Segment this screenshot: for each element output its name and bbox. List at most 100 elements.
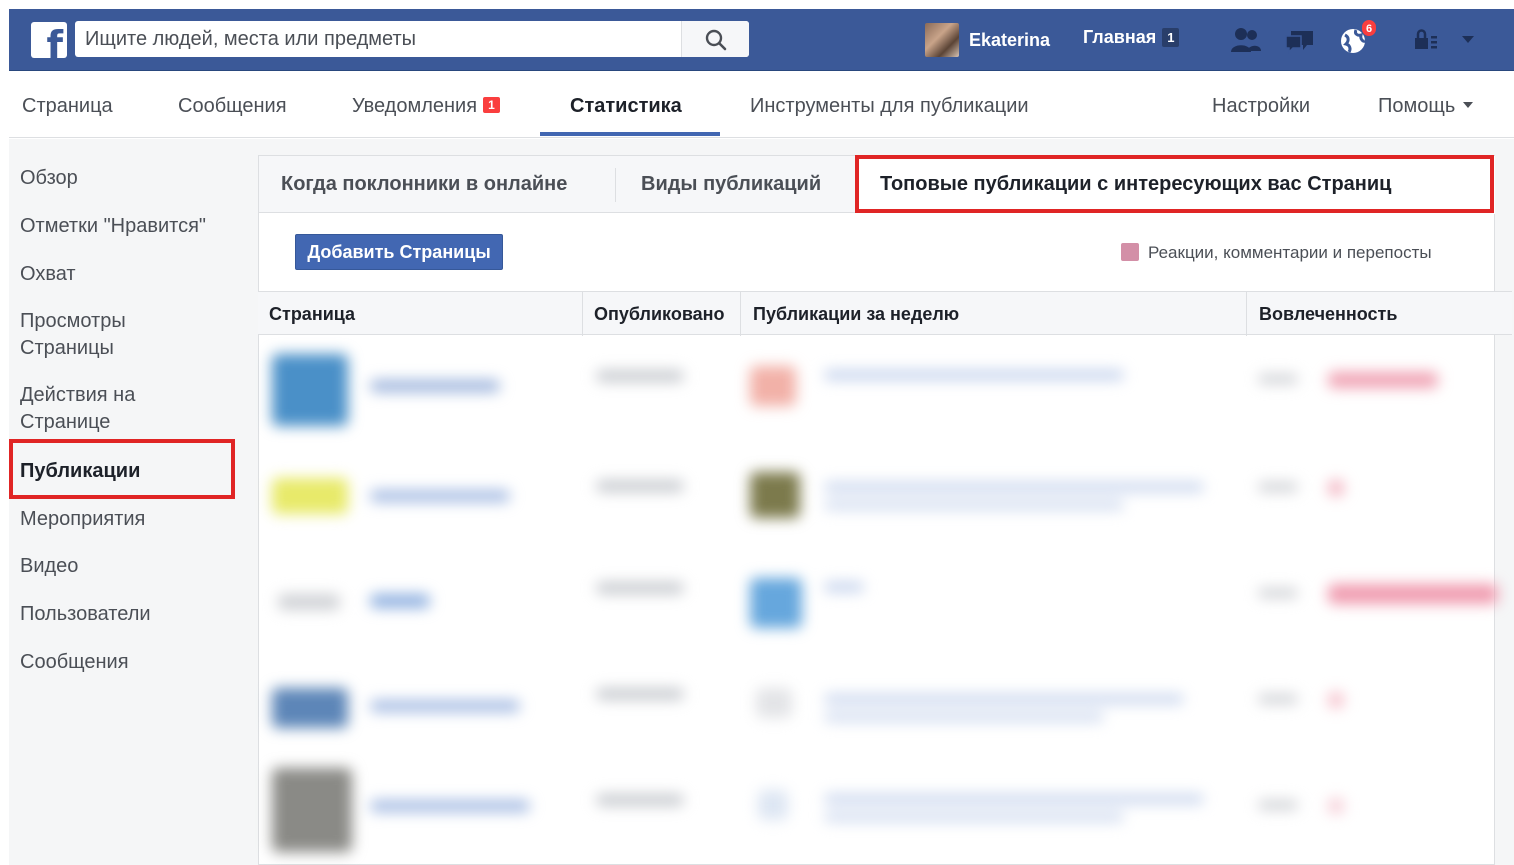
engagement-count (1258, 374, 1298, 384)
column-separator (1246, 292, 1247, 336)
post-text (824, 694, 1184, 704)
nav-help[interactable]: Помощь (1378, 95, 1474, 118)
home-link[interactable]: Главная 1 (1083, 27, 1180, 48)
sidebar-item-page-actions[interactable]: Действия на Странице (20, 382, 190, 436)
post-text (824, 812, 1124, 822)
add-pages-button[interactable]: Добавить Страницы (295, 234, 503, 270)
home-count-badge: 1 (1162, 28, 1180, 47)
column-separator (582, 292, 583, 336)
nav-publishing-tools[interactable]: Инструменты для публикации (750, 95, 1029, 118)
privacy-shortcuts-icon[interactable] (1413, 25, 1447, 55)
table-row[interactable] (258, 442, 1512, 548)
table-row[interactable] (258, 548, 1512, 654)
column-header-published[interactable]: Опубликовано (594, 304, 725, 325)
post-thumbnail (756, 688, 792, 718)
friend-requests-icon[interactable] (1229, 25, 1263, 55)
legend-label: Реакции, комментарии и перепосты (1148, 243, 1432, 262)
sidebar-item-reach[interactable]: Охват (20, 261, 76, 288)
page-thumbnail (278, 594, 340, 610)
engagement-count (1258, 588, 1298, 598)
engagement-bar (1328, 480, 1344, 496)
page-name (370, 800, 530, 812)
nav-statistics[interactable]: Статистика (570, 95, 682, 118)
chevron-down-icon (1463, 102, 1474, 108)
search-button[interactable] (681, 21, 749, 57)
sidebar-item-messages[interactable]: Сообщения (20, 649, 129, 676)
post-text (824, 482, 1204, 492)
engagement-bar (1328, 692, 1344, 708)
sidebar-item-overview[interactable]: Обзор (20, 165, 78, 192)
facebook-logo-letter: f (46, 23, 63, 58)
nav-settings[interactable]: Настройки (1212, 95, 1310, 118)
post-thumbnail (750, 578, 802, 628)
page-name (370, 594, 430, 608)
facebook-logo[interactable]: f (31, 22, 67, 58)
tab-fans-online[interactable]: Когда поклонники в онлайне (281, 173, 567, 196)
post-text (824, 582, 864, 592)
post-text (824, 712, 1104, 722)
nav-active-underline (540, 132, 720, 136)
engagement-count (1258, 694, 1298, 704)
published-date (596, 582, 684, 594)
legend-swatch (1121, 243, 1139, 261)
page-navigation: Страница Сообщения Уведомления 1 Статисти… (9, 72, 1514, 138)
post-text (824, 794, 1204, 804)
published-date (596, 370, 684, 382)
nav-page[interactable]: Страница (22, 95, 113, 118)
column-header-engagement[interactable]: Вовлеченность (1259, 304, 1397, 325)
sidebar-item-likes[interactable]: Отметки "Нравится" (20, 213, 206, 240)
table-row[interactable] (258, 336, 1512, 442)
sidebar-item-videos[interactable]: Видео (20, 553, 78, 580)
post-thumbnail (750, 366, 796, 406)
nav-help-label: Помощь (1378, 95, 1456, 117)
page-name (370, 490, 510, 502)
page-thumbnail (272, 768, 352, 852)
tab-highlight-annotation (855, 155, 1494, 213)
engagement-bar (1328, 372, 1438, 388)
sidebar-item-page-views[interactable]: Просмотры Страницы (20, 308, 180, 362)
table-body-blurred (258, 336, 1512, 865)
engagement-count (1258, 482, 1298, 492)
column-header-posts-per-week[interactable]: Публикации за неделю (753, 304, 959, 325)
sidebar-item-events[interactable]: Мероприятия (20, 506, 145, 533)
engagement-count (1258, 800, 1298, 810)
search-input[interactable] (75, 21, 681, 57)
notifications-badge: 6 (1361, 19, 1377, 37)
page-name (370, 700, 520, 712)
sidebar-highlight-annotation (9, 439, 235, 499)
messages-icon[interactable] (1283, 25, 1317, 55)
avatar (925, 23, 959, 57)
table-row[interactable] (258, 760, 1512, 865)
post-thumbnail (758, 790, 788, 820)
post-text (824, 370, 1124, 380)
page-name (370, 380, 500, 392)
search-box (75, 21, 749, 57)
nav-messages[interactable]: Сообщения (178, 95, 287, 118)
engagement-bar (1328, 584, 1498, 604)
user-name: Ekaterina (969, 29, 1051, 50)
published-date (596, 794, 684, 806)
post-text (824, 500, 1124, 510)
sidebar-item-people[interactable]: Пользователи (20, 601, 151, 628)
published-date (596, 688, 684, 700)
published-date (596, 480, 684, 492)
page-thumbnail (272, 688, 348, 728)
nav-notifications[interactable]: Уведомления 1 (352, 95, 500, 118)
page-thumbnail (272, 354, 348, 426)
search-icon (705, 29, 727, 51)
column-header-page[interactable]: Страница (269, 304, 355, 325)
engagement-bar (1328, 798, 1344, 814)
tab-post-types[interactable]: Виды публикаций (641, 173, 821, 196)
page-thumbnail (272, 478, 348, 514)
nav-notifications-label: Уведомления (352, 95, 478, 117)
post-thumbnail (750, 472, 800, 518)
top-bar: f Ekaterina Главная 1 6 (9, 9, 1514, 71)
table-row[interactable] (258, 654, 1512, 760)
column-separator (740, 292, 741, 336)
profile-link[interactable]: Ekaterina (925, 23, 1050, 57)
home-label: Главная (1083, 27, 1157, 47)
table-header: Страница Опубликовано Публикации за неде… (258, 291, 1512, 336)
nav-notifications-badge: 1 (483, 97, 500, 113)
tab-divider (615, 168, 616, 202)
account-dropdown-icon[interactable] (1461, 35, 1475, 45)
